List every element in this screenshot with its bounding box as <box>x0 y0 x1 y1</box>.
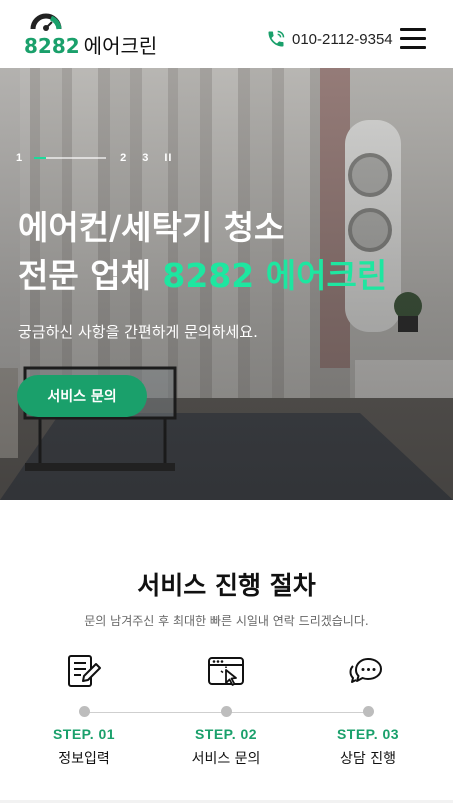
phone-icon <box>268 30 285 47</box>
slide-progress-bar <box>34 157 107 159</box>
step-name: 정보입력 <box>58 751 110 767</box>
process-title: 서비스 진행 절차 <box>137 571 316 600</box>
phone-link[interactable]: 010-2112-9354 <box>266 29 393 49</box>
slide-2[interactable]: 2 <box>120 152 126 164</box>
process-subtitle: 문의 남겨주신 후 최대한 빠른 시일내 연락 드리겠습니다. <box>84 614 369 628</box>
slider-pagination: 1 2 3 II <box>16 150 173 166</box>
hero-title-line2-prefix: 전문 업체 <box>18 256 163 295</box>
step-item: STEP. 03 상담 진행 <box>308 652 428 768</box>
slide-current[interactable]: 1 <box>16 152 22 164</box>
logo-text: 8282 에어크린 <box>24 30 157 59</box>
hero-banner: 1 2 3 II 에어컨/세탁기 청소 전문 업체 8282 에어크린 궁금하신… <box>0 68 453 500</box>
step-item: STEP. 02 서비스 문의 <box>166 652 286 768</box>
step-dot <box>362 706 374 717</box>
hero-title-line2: 전문 업체 8282 에어크린 <box>18 252 387 300</box>
step-label: STEP. 03 <box>336 726 400 742</box>
hero-title-brand: 8282 에어크린 <box>162 256 388 295</box>
browser-click-icon <box>208 657 244 686</box>
logo[interactable]: 8282 에어크린 <box>24 12 157 59</box>
step-name: 상담 진행 <box>340 751 396 767</box>
logo-name: 에어크린 <box>83 34 158 58</box>
chat-bubbles-icon <box>349 658 382 683</box>
step-name: 서비스 문의 <box>191 751 261 767</box>
form-edit-icon <box>68 655 101 687</box>
slide-3[interactable]: 3 <box>142 152 148 164</box>
site-header: 8282 에어크린 010-2112-9354 <box>0 0 453 68</box>
pause-icon[interactable]: II <box>164 152 172 164</box>
logo-number: 8282 <box>24 34 80 58</box>
step-label: STEP. 02 <box>194 726 258 742</box>
step-dot <box>220 706 232 717</box>
gauge-logo-icon <box>30 13 62 31</box>
step-dot <box>78 706 90 717</box>
service-inquiry-button[interactable]: 서비스 문의 <box>17 375 147 417</box>
hero-title-line1: 에어컨/세탁기 청소 <box>18 208 285 247</box>
hamburger-icon[interactable] <box>400 28 428 50</box>
phone-number: 010-2112-9354 <box>292 30 393 48</box>
step-item: STEP. 01 정보입력 <box>24 652 144 768</box>
step-label: STEP. 01 <box>52 726 116 742</box>
hero-subtitle: 궁금하신 사항을 간편하게 문의하세요. <box>18 323 258 341</box>
hero-title: 에어컨/세탁기 청소 전문 업체 8282 에어크린 <box>18 204 387 300</box>
